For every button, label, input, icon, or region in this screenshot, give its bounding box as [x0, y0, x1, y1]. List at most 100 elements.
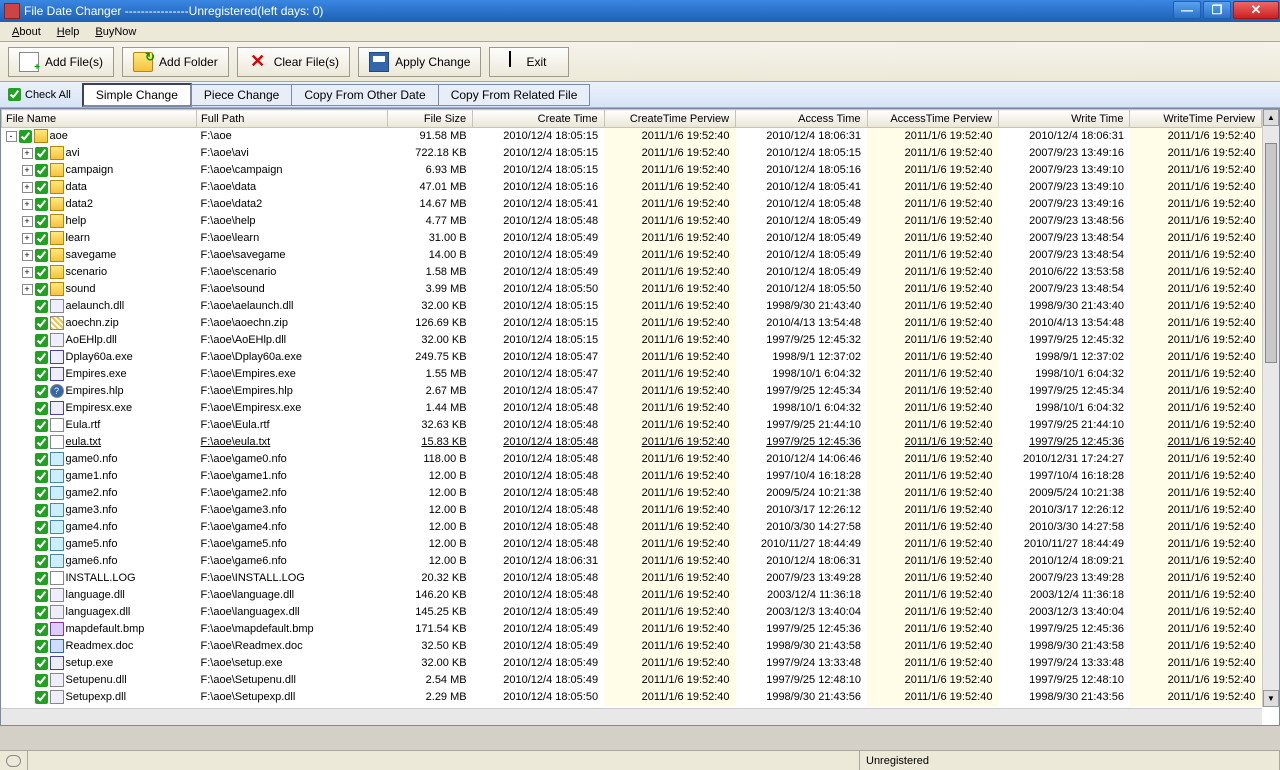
- row-checkbox[interactable]: [35, 334, 48, 347]
- row-checkbox[interactable]: [35, 487, 48, 500]
- table-row[interactable]: Setupexp.dllF:\aoe\Setupexp.dll2.29 MB20…: [2, 689, 1262, 706]
- row-checkbox[interactable]: [35, 232, 48, 245]
- close-button[interactable]: ✕: [1233, 1, 1279, 19]
- table-row[interactable]: Dplay60a.exeF:\aoe\Dplay60a.exe249.75 KB…: [2, 349, 1262, 366]
- expand-toggle[interactable]: -: [6, 131, 17, 142]
- row-checkbox[interactable]: [35, 606, 48, 619]
- add-folder-button[interactable]: Add Folder: [122, 47, 229, 77]
- row-checkbox[interactable]: [35, 317, 48, 330]
- check-all[interactable]: Check All: [8, 88, 83, 101]
- col-writetime[interactable]: Write Time: [998, 110, 1129, 128]
- tab-simple-change[interactable]: Simple Change: [82, 83, 192, 107]
- row-checkbox[interactable]: [35, 164, 48, 177]
- row-checkbox[interactable]: [35, 300, 48, 313]
- table-row[interactable]: Empires.exeF:\aoe\Empires.exe1.55 MB2010…: [2, 366, 1262, 383]
- table-row[interactable]: game2.nfoF:\aoe\game2.nfo12.00 B2010/12/…: [2, 485, 1262, 502]
- table-row[interactable]: game4.nfoF:\aoe\game4.nfo12.00 B2010/12/…: [2, 519, 1262, 536]
- row-checkbox[interactable]: [35, 572, 48, 585]
- row-checkbox[interactable]: [35, 555, 48, 568]
- row-checkbox[interactable]: [35, 521, 48, 534]
- table-row[interactable]: game0.nfoF:\aoe\game0.nfo118.00 B2010/12…: [2, 451, 1262, 468]
- clear-files-button[interactable]: ✕Clear File(s): [237, 47, 350, 77]
- expand-toggle[interactable]: +: [22, 165, 33, 176]
- check-all-checkbox[interactable]: [8, 88, 21, 101]
- table-row[interactable]: +campaignF:\aoe\campaign6.93 MB2010/12/4…: [2, 162, 1262, 179]
- row-checkbox[interactable]: [35, 453, 48, 466]
- table-row[interactable]: language.dllF:\aoe\language.dll146.20 KB…: [2, 587, 1262, 604]
- scroll-thumb[interactable]: [1265, 143, 1277, 363]
- table-row[interactable]: game1.nfoF:\aoe\game1.nfo12.00 B2010/12/…: [2, 468, 1262, 485]
- col-fullpath[interactable]: Full Path: [197, 110, 388, 128]
- menu-help[interactable]: Help: [49, 24, 88, 40]
- menu-about[interactable]: About: [4, 24, 49, 40]
- tab-copy-other-date[interactable]: Copy From Other Date: [291, 84, 438, 106]
- row-checkbox[interactable]: [35, 147, 48, 160]
- add-files-button[interactable]: Add File(s): [8, 47, 114, 77]
- table-row[interactable]: languagex.dllF:\aoe\languagex.dll145.25 …: [2, 604, 1262, 621]
- tab-piece-change[interactable]: Piece Change: [191, 84, 292, 106]
- row-checkbox[interactable]: [35, 640, 48, 653]
- row-checkbox[interactable]: [35, 623, 48, 636]
- row-checkbox[interactable]: [35, 657, 48, 670]
- row-checkbox[interactable]: [35, 691, 48, 704]
- minimize-button[interactable]: —: [1173, 1, 1201, 19]
- exit-button[interactable]: Exit: [489, 47, 569, 77]
- table-row[interactable]: Eula.rtfF:\aoe\Eula.rtf32.63 KB2010/12/4…: [2, 417, 1262, 434]
- col-createtime[interactable]: Create Time: [473, 110, 604, 128]
- expand-toggle[interactable]: +: [22, 233, 33, 244]
- table-row[interactable]: eula.txtF:\aoe\eula.txt15.83 KB2010/12/4…: [2, 434, 1262, 451]
- horizontal-scrollbar[interactable]: [1, 708, 1262, 725]
- col-filesize[interactable]: File Size: [387, 110, 472, 128]
- row-checkbox[interactable]: [35, 419, 48, 432]
- row-checkbox[interactable]: [35, 589, 48, 602]
- expand-toggle[interactable]: +: [22, 216, 33, 227]
- row-checkbox[interactable]: [35, 538, 48, 551]
- col-writetime-preview[interactable]: WriteTime Perview: [1130, 110, 1262, 128]
- row-checkbox[interactable]: [35, 470, 48, 483]
- row-checkbox[interactable]: [35, 283, 48, 296]
- maximize-button[interactable]: ❐: [1203, 1, 1231, 19]
- scroll-down-button[interactable]: ▼: [1263, 690, 1279, 707]
- table-row[interactable]: +aviF:\aoe\avi722.18 KB2010/12/4 18:05:1…: [2, 145, 1262, 162]
- table-row[interactable]: -aoeF:\aoe91.58 MB2010/12/4 18:05:152011…: [2, 128, 1262, 145]
- row-checkbox[interactable]: [35, 198, 48, 211]
- table-row[interactable]: Empiresx.exeF:\aoe\Empiresx.exe1.44 MB20…: [2, 400, 1262, 417]
- vertical-scrollbar[interactable]: ▲ ▼: [1262, 109, 1279, 707]
- apply-change-button[interactable]: Apply Change: [358, 47, 481, 77]
- table-row[interactable]: +dataF:\aoe\data47.01 MB2010/12/4 18:05:…: [2, 179, 1262, 196]
- table-row[interactable]: +helpF:\aoe\help4.77 MB2010/12/4 18:05:4…: [2, 213, 1262, 230]
- scroll-up-button[interactable]: ▲: [1263, 109, 1279, 126]
- table-row[interactable]: +data2F:\aoe\data214.67 MB2010/12/4 18:0…: [2, 196, 1262, 213]
- table-row[interactable]: ?Empires.hlpF:\aoe\Empires.hlp2.67 MB201…: [2, 383, 1262, 400]
- table-row[interactable]: game5.nfoF:\aoe\game5.nfo12.00 B2010/12/…: [2, 536, 1262, 553]
- menu-buynow[interactable]: BuyNow: [87, 24, 144, 40]
- expand-toggle[interactable]: +: [22, 182, 33, 193]
- table-row[interactable]: +soundF:\aoe\sound3.99 MB2010/12/4 18:05…: [2, 281, 1262, 298]
- row-checkbox[interactable]: [35, 266, 48, 279]
- row-checkbox[interactable]: [19, 130, 32, 143]
- table-row[interactable]: INSTALL.LOGF:\aoe\INSTALL.LOG20.32 KB201…: [2, 570, 1262, 587]
- col-accesstime-preview[interactable]: AccessTime Perview: [867, 110, 998, 128]
- expand-toggle[interactable]: +: [22, 199, 33, 210]
- expand-toggle[interactable]: +: [22, 148, 33, 159]
- col-accesstime[interactable]: Access Time: [736, 110, 867, 128]
- table-row[interactable]: +scenarioF:\aoe\scenario1.58 MB2010/12/4…: [2, 264, 1262, 281]
- expand-toggle[interactable]: +: [22, 267, 33, 278]
- tab-copy-related-file[interactable]: Copy From Related File: [438, 84, 591, 106]
- row-checkbox[interactable]: [35, 351, 48, 364]
- row-checkbox[interactable]: [35, 249, 48, 262]
- row-checkbox[interactable]: [35, 215, 48, 228]
- table-row[interactable]: Readmex.docF:\aoe\Readmex.doc32.50 KB201…: [2, 638, 1262, 655]
- table-row[interactable]: game3.nfoF:\aoe\game3.nfo12.00 B2010/12/…: [2, 502, 1262, 519]
- table-row[interactable]: Setupenu.dllF:\aoe\Setupenu.dll2.54 MB20…: [2, 672, 1262, 689]
- row-checkbox[interactable]: [35, 402, 48, 415]
- table-row[interactable]: aelaunch.dllF:\aoe\aelaunch.dll32.00 KB2…: [2, 298, 1262, 315]
- row-checkbox[interactable]: [35, 181, 48, 194]
- table-row[interactable]: +learnF:\aoe\learn31.00 B2010/12/4 18:05…: [2, 230, 1262, 247]
- expand-toggle[interactable]: +: [22, 284, 33, 295]
- expand-toggle[interactable]: +: [22, 250, 33, 261]
- col-filename[interactable]: File Name: [2, 110, 197, 128]
- row-checkbox[interactable]: [35, 436, 48, 449]
- table-row[interactable]: aoechn.zipF:\aoe\aoechn.zip126.69 KB2010…: [2, 315, 1262, 332]
- table-row[interactable]: setup.exeF:\aoe\setup.exe32.00 KB2010/12…: [2, 655, 1262, 672]
